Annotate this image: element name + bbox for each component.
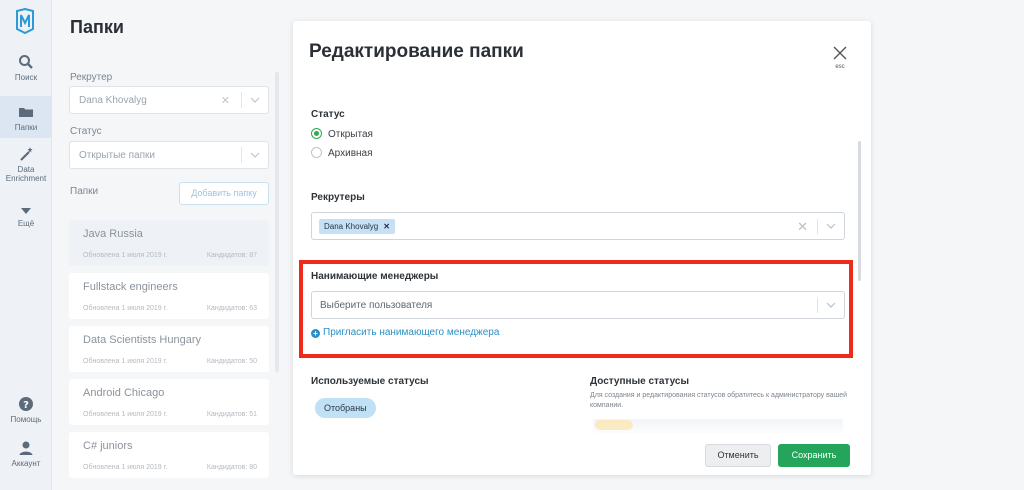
- folder-name: C# juniors: [83, 440, 133, 452]
- recruiter-select-value: Dana Khovalyg: [79, 95, 147, 106]
- folder-card[interactable]: Java Russia Обновлена 1 июля 2019 г. Канд…: [69, 220, 269, 266]
- app-logo-icon[interactable]: [12, 8, 38, 34]
- available-statuses-description: Для создания и редактирования статусов о…: [590, 392, 848, 409]
- folder-updated: Обновлена 1 июля 2019 г.: [83, 305, 168, 312]
- available-statuses-heading: Доступные статусы: [590, 376, 690, 387]
- invite-link-label: Пригласить нанимающего менеджера: [323, 327, 500, 338]
- recruiters-select[interactable]: Dana Khovalyg ✕ ✕: [311, 212, 845, 240]
- status-radio-open[interactable]: Открытая: [311, 128, 373, 140]
- folder-name: Fullstack engineers: [83, 281, 178, 293]
- select-divider: [241, 147, 242, 163]
- nav-item-more[interactable]: Ещё: [0, 206, 52, 234]
- chevron-down-icon[interactable]: [826, 302, 836, 309]
- clear-icon[interactable]: ✕: [221, 94, 230, 107]
- folder-updated: Обновлена 1 июля 2019 г.: [83, 358, 168, 365]
- folder-name: Java Russia: [83, 228, 143, 240]
- nav-item-label: Поиск: [14, 73, 38, 82]
- chevron-down-icon: [21, 208, 31, 214]
- folder-count: Кандидатов: 87: [206, 252, 257, 259]
- close-button[interactable]: esc: [829, 45, 851, 75]
- remove-tag-icon[interactable]: ✕: [383, 222, 390, 231]
- folder-count: Кандидатов: 80: [206, 464, 257, 471]
- user-icon: [19, 441, 33, 455]
- folder-updated: Обновлена 1 июля 2019 г.: [83, 464, 168, 471]
- recruiter-label: Рекрутер: [70, 72, 113, 83]
- select-divider: [817, 219, 818, 234]
- folder-name: Android Chicago: [83, 387, 165, 399]
- nav-item-label: Папки: [14, 123, 38, 132]
- folder-card[interactable]: Data Scientists Hungary Обновлена 1 июля…: [69, 326, 269, 372]
- select-divider: [241, 92, 242, 108]
- magic-wand-icon: [20, 147, 33, 161]
- nav-item-folders[interactable]: Папки: [0, 96, 52, 138]
- radio-label: Открытая: [328, 129, 373, 140]
- nav-item-label: Ещё: [17, 219, 35, 228]
- plus-icon: +: [311, 329, 320, 338]
- nav-item-label: Data Enrichment: [5, 165, 47, 183]
- nav-item-help[interactable]: ? Помощь: [0, 396, 52, 430]
- folders-panel: Папки Рекрутер Dana Khovalyg ✕ Статус От…: [52, 0, 292, 490]
- close-icon: [833, 46, 847, 60]
- folder-card[interactable]: Fullstack engineers Обновлена 1 июля 201…: [69, 273, 269, 319]
- add-folder-button[interactable]: Добавить папку: [179, 182, 269, 205]
- status-heading: Статус: [311, 109, 345, 120]
- folder-count: Кандидатов: 51: [206, 411, 257, 418]
- managers-select[interactable]: Выберите пользователя: [311, 291, 845, 319]
- status-select[interactable]: Открытые папки: [69, 141, 269, 169]
- folders-scrollbar[interactable]: [275, 72, 279, 372]
- folder-card[interactable]: Android Chicago Обновлена 1 июля 2019 г.…: [69, 379, 269, 425]
- nav-item-data-enrichment[interactable]: Data Enrichment: [0, 146, 52, 188]
- status-label: Статус: [70, 126, 102, 137]
- folder-updated: Обновлена 1 июля 2019 г.: [83, 411, 168, 418]
- nav-item-search[interactable]: Поиск: [0, 54, 52, 88]
- radio-label: Архивная: [328, 148, 373, 159]
- edit-folder-modal: Редактирование папки esc Статус Открытая…: [293, 21, 871, 475]
- status-select-value: Открытые папки: [79, 150, 155, 161]
- managers-placeholder: Выберите пользователя: [320, 300, 433, 311]
- folders-label: Папки: [70, 186, 99, 197]
- modal-title: Редактирование папки: [309, 41, 524, 62]
- page-title: Папки: [70, 17, 124, 37]
- status-pill-partial[interactable]: [595, 420, 633, 430]
- recruiter-tag: Dana Khovalyg ✕: [319, 219, 395, 234]
- radio-dot: [311, 128, 322, 139]
- left-nav: Поиск Папки Data Enrichment Ещё ? Помощь…: [0, 0, 52, 490]
- chevron-down-icon[interactable]: [250, 151, 260, 159]
- folder-name: Data Scientists Hungary: [83, 334, 201, 346]
- select-divider: [817, 298, 818, 313]
- save-button[interactable]: Сохранить: [778, 444, 850, 467]
- invite-manager-link[interactable]: + Пригласить нанимающего менеджера: [311, 327, 499, 338]
- folder-count: Кандидатов: 63: [206, 305, 257, 312]
- radio-dot: [311, 147, 322, 158]
- search-icon: [19, 55, 33, 69]
- cancel-button[interactable]: Отменить: [705, 444, 771, 467]
- clear-icon[interactable]: ✕: [797, 219, 808, 235]
- help-icon: ?: [19, 397, 33, 411]
- chevron-down-icon[interactable]: [826, 223, 836, 230]
- managers-heading: Нанимающие менеджеры: [311, 271, 439, 282]
- status-pill[interactable]: Отобраны: [315, 398, 376, 418]
- nav-item-label: Аккаунт: [11, 459, 41, 468]
- modal-scrollbar[interactable]: [858, 141, 861, 281]
- folder-count: Кандидатов: 50: [206, 358, 257, 365]
- used-statuses-heading: Используемые статусы: [311, 376, 429, 387]
- esc-hint: esc: [835, 64, 845, 70]
- folder-icon: [19, 108, 33, 117]
- nav-item-account[interactable]: Аккаунт: [0, 440, 52, 474]
- chevron-down-icon[interactable]: [250, 96, 260, 104]
- recruiter-tag-label: Dana Khovalyg: [324, 222, 379, 231]
- modal-footer: Отменить Сохранить: [293, 433, 871, 475]
- folder-card[interactable]: C# juniors Обновлена 1 июля 2019 г. Канди…: [69, 432, 269, 478]
- recruiter-select[interactable]: Dana Khovalyg ✕: [69, 86, 269, 114]
- status-radio-archived[interactable]: Архивная: [311, 147, 373, 159]
- nav-item-label: Помощь: [10, 415, 42, 424]
- svg-text:?: ?: [23, 400, 29, 411]
- recruiters-heading: Рекрутеры: [311, 192, 365, 203]
- folder-updated: Обновлена 1 июля 2019 г.: [83, 252, 168, 259]
